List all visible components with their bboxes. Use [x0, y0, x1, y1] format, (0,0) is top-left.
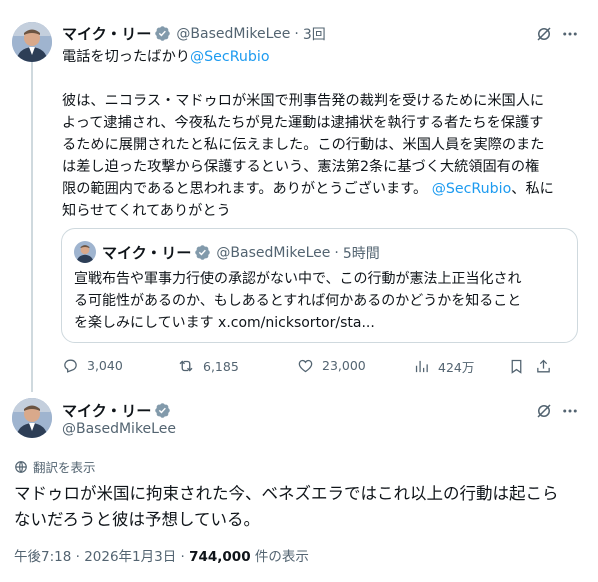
- views-icon: [415, 360, 428, 373]
- quote-text: 宣戦布告や軍事力行使の承認がない中で、この行動が憲法上正当化され る可能性がある…: [74, 268, 521, 334]
- main-tweet-name-row: マイク・リー: [62, 400, 171, 421]
- repost-icon: [179, 360, 193, 372]
- author-name[interactable]: マイク・リー: [62, 23, 151, 44]
- quote-line: 宣戦布告や軍事力行使の承認がない中で、この行動が憲法上正当化され: [74, 271, 522, 287]
- view-count: 744,000: [189, 549, 251, 565]
- view-suffix: 件の表示: [254, 549, 309, 565]
- main-text-line: ないだろうと彼は予想している。: [14, 510, 261, 529]
- author-handle[interactable]: @BasedMikeLee: [176, 26, 290, 42]
- quote-author-name: マイク・リー: [102, 244, 192, 262]
- verified-badge-icon: [154, 402, 171, 419]
- avatar[interactable]: [12, 398, 52, 438]
- repost-count: 6,185: [203, 358, 239, 374]
- quote-avatar: [74, 241, 96, 263]
- reply-tweet-header: マイク・リー @BasedMikeLee · 3回: [62, 23, 326, 44]
- mention-link[interactable]: @SecRubio: [432, 181, 512, 197]
- tweet-timestamp[interactable]: 午後7:18 · 2026年1月3日 ·: [14, 549, 185, 565]
- like-count: 23,000: [322, 358, 366, 373]
- share-icon[interactable]: [532, 355, 554, 377]
- tweet-time[interactable]: 3回: [303, 24, 326, 44]
- quote-line: を楽しみにしています x.com/nicksortor/sta...: [74, 315, 375, 331]
- more-icon[interactable]: [559, 23, 581, 45]
- views-count: 424万: [438, 360, 475, 375]
- mention-link[interactable]: @SecRubio: [190, 49, 270, 65]
- paragraph-line-with-mention: 限の範囲内であると思われます。ありがとうございます。 @SecRubio、私に: [62, 178, 582, 200]
- paragraph-line: るために展開されたと私に伝えました。この行動は、米国人員を実際のまた: [62, 137, 545, 153]
- thread-connector: [31, 62, 33, 392]
- bookmark-icon[interactable]: [505, 355, 527, 377]
- paragraph-line: 知らせてくれてありがとう: [62, 203, 231, 219]
- main-tweet-text: マドゥロが米国に拘束された今、ベネズエラではこれ以上の行動は起こら ないだろうと…: [14, 481, 559, 533]
- quote-line: る可能性があるのか、もしあるとすれば何かあるのかどうかを知ること: [74, 293, 522, 309]
- like-button[interactable]: 23,000: [297, 357, 366, 374]
- translate-button[interactable]: 翻訳を表示: [14, 457, 96, 476]
- reply-button[interactable]: 3,040: [62, 357, 123, 374]
- translate-icon: [15, 460, 27, 473]
- author-name[interactable]: マイク・リー: [62, 400, 151, 421]
- verified-badge-icon: [154, 25, 171, 42]
- paragraph-line: 彼は、ニコラス・マドゥロが米国で刑事告発の裁判を受けるために米国人に: [62, 93, 545, 109]
- quote-author-handle: @BasedMikeLee: [216, 244, 331, 261]
- verified-badge-icon: [194, 244, 211, 261]
- paragraph-tail: 、私に: [511, 181, 554, 197]
- paragraph-line: は差し迫った攻撃から保護するという、憲法第2条に基づく大統領固有の権: [62, 159, 540, 175]
- like-icon: [298, 359, 313, 373]
- tweet-meta: 午後7:18 · 2026年1月3日 · 744,000 件の表示: [14, 545, 309, 565]
- quote-header: マイク・リー @BasedMikeLee · 5時間: [102, 242, 380, 263]
- avatar[interactable]: [12, 22, 52, 62]
- grok-icon[interactable]: [533, 400, 555, 422]
- separator-dot: ·: [294, 25, 299, 42]
- more-icon[interactable]: [559, 400, 581, 422]
- quote-time: 5時間: [342, 245, 380, 262]
- paragraph-line: よって逮捕され、今夜私たちが見た運動は逮捕状を執行する者たちを保護す: [62, 115, 544, 131]
- quoted-tweet-card[interactable]: マイク・リー @BasedMikeLee · 5時間 宣戦布告や軍事力行使の承認…: [61, 228, 578, 343]
- translate-label: 翻訳を表示: [33, 460, 96, 475]
- reply-paragraph: 彼は、ニコラス・マドゥロが米国で刑事告発の裁判を受けるために米国人に よって逮捕…: [62, 90, 582, 222]
- reply-icon: [64, 359, 77, 373]
- reply-first-line: 電話を切ったばかり@SecRubio: [62, 46, 270, 68]
- main-text-line: マドゥロが米国に拘束された今、ベネズエラではこれ以上の行動は起こら: [14, 484, 559, 503]
- views-button[interactable]: 424万: [413, 357, 474, 376]
- paragraph-line: 限の範囲内であると思われます。ありがとうございます。: [62, 181, 428, 197]
- repost-button[interactable]: 6,185: [177, 357, 239, 375]
- grok-icon[interactable]: [533, 23, 555, 45]
- reply-count: 3,040: [87, 358, 123, 373]
- separator-dot: ·: [334, 244, 339, 261]
- author-handle[interactable]: @BasedMikeLee: [62, 421, 176, 437]
- reply-first-text: 電話を切ったばかり: [62, 49, 190, 65]
